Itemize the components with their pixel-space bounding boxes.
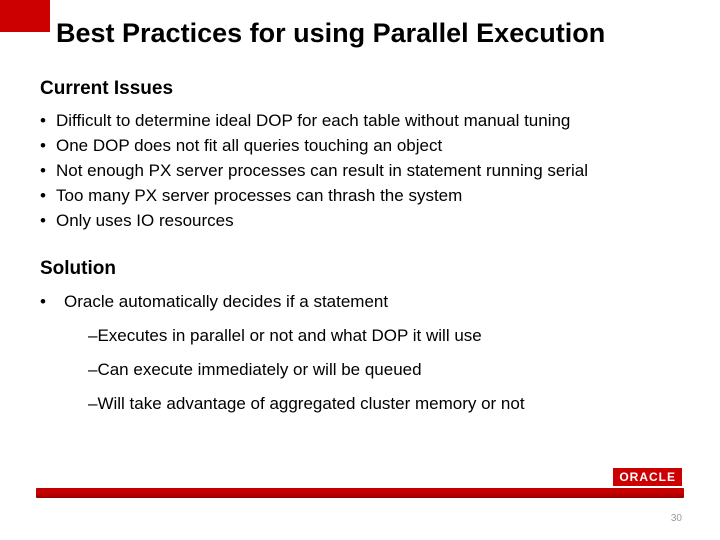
slide: Best Practices for using Parallel Execut… — [0, 0, 720, 540]
solution-sub: –Will take advantage of aggregated clust… — [88, 394, 700, 414]
solution-heading: Solution — [40, 258, 116, 280]
solution-lead: Oracle automatically decides if a statem… — [40, 292, 700, 312]
solution-sub: –Executes in parallel or not and what DO… — [88, 326, 700, 346]
issue-item: One DOP does not fit all queries touchin… — [40, 135, 700, 158]
brand-block — [0, 0, 50, 32]
footer-bar — [36, 488, 684, 498]
issues-heading: Current Issues — [40, 78, 173, 100]
issue-item: Only uses IO resources — [40, 210, 700, 233]
issues-list: Difficult to determine ideal DOP for eac… — [40, 110, 700, 235]
solution-block: Oracle automatically decides if a statem… — [40, 292, 700, 414]
issue-item: Not enough PX server processes can resul… — [40, 160, 700, 183]
page-number: 30 — [671, 513, 682, 524]
oracle-logo: ORACLE — [613, 468, 682, 486]
solution-sub: –Can execute immediately or will be queu… — [88, 360, 700, 380]
oracle-logo-text: ORACLE — [613, 468, 682, 486]
issue-item: Too many PX server processes can thrash … — [40, 185, 700, 208]
issue-item: Difficult to determine ideal DOP for eac… — [40, 110, 700, 133]
slide-title: Best Practices for using Parallel Execut… — [56, 18, 605, 49]
